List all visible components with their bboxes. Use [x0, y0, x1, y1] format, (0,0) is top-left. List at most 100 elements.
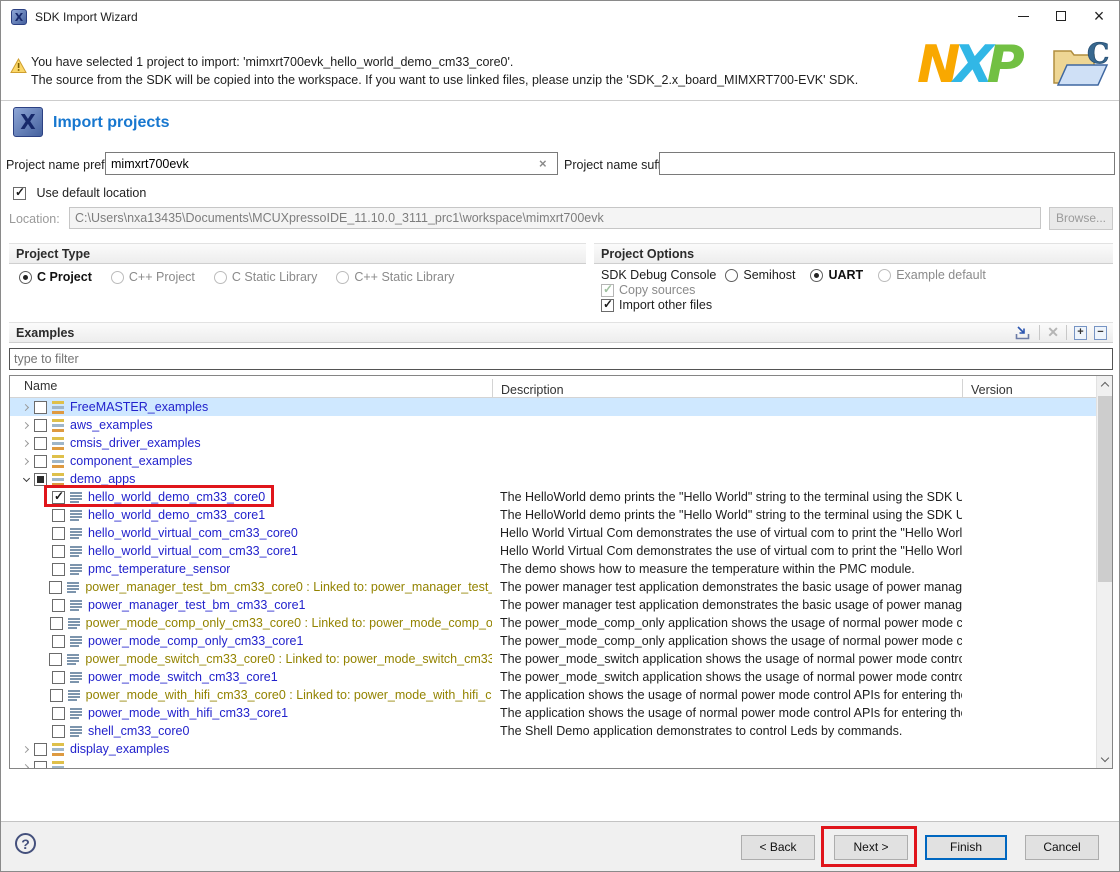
- expand-chevron-icon[interactable]: [22, 474, 29, 481]
- row-checkbox[interactable]: [49, 653, 62, 666]
- example-description: The application shows the usage of norma…: [492, 688, 962, 702]
- tree-row[interactable]: power_mode_comp_only_cm33_core0 : Linked…: [10, 614, 1096, 632]
- tree-row[interactable]: hello_world_demo_cm33_core1 The HelloWor…: [10, 506, 1096, 524]
- example-name: hello_world_virtual_com_cm33_core1: [88, 544, 298, 558]
- tree-row[interactable]: display_examples: [10, 740, 1096, 758]
- expand-chevron-icon[interactable]: [21, 403, 28, 410]
- browse-button[interactable]: Browse...: [1049, 207, 1113, 230]
- expand-chevron-icon[interactable]: [21, 457, 28, 464]
- row-checkbox[interactable]: [52, 707, 65, 720]
- clear-filter-icon[interactable]: ✕: [1047, 324, 1059, 341]
- tree-row[interactable]: power_mode_comp_only_cm33_core1 The powe…: [10, 632, 1096, 650]
- c-project-radio[interactable]: [19, 271, 32, 284]
- tree-row[interactable]: [10, 758, 1096, 768]
- row-checkbox[interactable]: [34, 473, 47, 486]
- project-name-suffix-input[interactable]: [659, 152, 1115, 175]
- row-checkbox[interactable]: [49, 581, 62, 594]
- location-label: Location:: [9, 212, 60, 226]
- maximize-icon: [1056, 11, 1066, 21]
- nxp-logo: NXP: [917, 41, 1018, 89]
- expand-chevron-icon[interactable]: [21, 763, 28, 768]
- tree-row[interactable]: hello_world_demo_cm33_core0 The HelloWor…: [10, 488, 1096, 506]
- tree-row[interactable]: power_manager_test_bm_cm33_core0 : Linke…: [10, 578, 1096, 596]
- example-default-radio[interactable]: [878, 269, 891, 282]
- close-button[interactable]: ×: [1079, 1, 1119, 31]
- tree-row[interactable]: power_mode_with_hifi_cm33_core0 : Linked…: [10, 686, 1096, 704]
- example-description: The HelloWorld demo prints the "Hello Wo…: [492, 508, 962, 522]
- copy-sources-checkbox[interactable]: [601, 284, 614, 297]
- tree-row[interactable]: shell_cm33_core0 The Shell Demo applicat…: [10, 722, 1096, 740]
- name-cell: display_examples: [10, 740, 492, 758]
- import-example-icon[interactable]: [1014, 325, 1032, 341]
- uart-radio[interactable]: [810, 269, 823, 282]
- c-static-library-radio[interactable]: [214, 271, 227, 284]
- example-name: demo_apps: [70, 472, 135, 486]
- row-checkbox[interactable]: [34, 401, 47, 414]
- project-name-prefix-input[interactable]: [105, 152, 558, 175]
- semihost-radio[interactable]: [725, 269, 738, 282]
- wizard-message: You have selected 1 project to import: '…: [31, 53, 858, 89]
- example-name: power_mode_comp_only_cm33_core0 : Linked…: [86, 616, 492, 630]
- scrollbar-thumb[interactable]: [1098, 396, 1112, 582]
- row-checkbox[interactable]: [34, 455, 47, 468]
- tree-row[interactable]: power_mode_with_hifi_cm33_core1 The appl…: [10, 704, 1096, 722]
- tree-row[interactable]: FreeMASTER_examples: [10, 398, 1096, 416]
- use-default-location-checkbox[interactable]: [13, 187, 26, 200]
- example-description: The power manager test application demon…: [492, 598, 962, 612]
- cpp-project-radio[interactable]: [111, 271, 124, 284]
- expand-all-icon[interactable]: +: [1074, 326, 1087, 340]
- tree-row[interactable]: hello_world_virtual_com_cm33_core0 Hello…: [10, 524, 1096, 542]
- cancel-button[interactable]: Cancel: [1025, 835, 1099, 860]
- tree-row[interactable]: aws_examples: [10, 416, 1096, 434]
- scroll-down-icon[interactable]: [1097, 751, 1113, 768]
- cpp-static-library-radio[interactable]: [336, 271, 349, 284]
- import-other-files-label: Import other files: [619, 298, 712, 312]
- example-type-icon: [70, 545, 82, 558]
- tree-row[interactable]: power_mode_switch_cm33_core1 The power_m…: [10, 668, 1096, 686]
- minimize-button[interactable]: [1003, 1, 1043, 31]
- name-cell: pmc_temperature_sensor: [10, 560, 492, 578]
- tree-row[interactable]: cmsis_driver_examples: [10, 434, 1096, 452]
- help-button[interactable]: ?: [15, 833, 36, 854]
- examples-filter-input[interactable]: [9, 348, 1113, 370]
- row-checkbox[interactable]: [34, 743, 47, 756]
- row-checkbox[interactable]: [52, 725, 65, 738]
- example-name: cmsis_driver_examples: [70, 436, 201, 450]
- header-separator: [1, 100, 1119, 101]
- row-checkbox[interactable]: [52, 599, 65, 612]
- example-type-icon: [68, 617, 80, 630]
- row-checkbox[interactable]: [50, 689, 63, 702]
- row-checkbox[interactable]: [52, 509, 65, 522]
- row-checkbox[interactable]: [52, 545, 65, 558]
- tree-row[interactable]: power_mode_switch_cm33_core0 : Linked to…: [10, 650, 1096, 668]
- next-annotation-red-box: [821, 826, 917, 867]
- row-checkbox[interactable]: [52, 563, 65, 576]
- row-checkbox[interactable]: [34, 437, 47, 450]
- column-header-name[interactable]: Name: [24, 379, 57, 393]
- expand-chevron-icon[interactable]: [21, 439, 28, 446]
- tree-row[interactable]: pmc_temperature_sensor The demo shows ho…: [10, 560, 1096, 578]
- row-checkbox[interactable]: [52, 635, 65, 648]
- name-cell: power_mode_with_hifi_cm33_core1: [10, 704, 492, 722]
- collapse-all-icon[interactable]: −: [1094, 326, 1107, 340]
- row-checkbox[interactable]: [52, 671, 65, 684]
- finish-button[interactable]: Finish: [925, 835, 1007, 860]
- expand-chevron-icon[interactable]: [21, 421, 28, 428]
- row-checkbox[interactable]: [52, 527, 65, 540]
- clear-prefix-icon[interactable]: ×: [539, 156, 547, 171]
- row-checkbox[interactable]: [34, 761, 47, 769]
- tree-row[interactable]: power_manager_test_bm_cm33_core1 The pow…: [10, 596, 1096, 614]
- tree-row[interactable]: component_examples: [10, 452, 1096, 470]
- back-button[interactable]: < Back: [741, 835, 815, 860]
- example-type-icon: [52, 419, 64, 432]
- scroll-up-icon[interactable]: [1097, 376, 1113, 393]
- row-checkbox[interactable]: [50, 617, 63, 630]
- maximize-button[interactable]: [1041, 1, 1081, 31]
- chevron-box: [18, 747, 34, 752]
- example-default-label: Example default: [896, 268, 986, 282]
- row-checkbox[interactable]: [34, 419, 47, 432]
- import-other-files-checkbox[interactable]: [601, 299, 614, 312]
- vertical-scrollbar[interactable]: [1096, 376, 1112, 768]
- expand-chevron-icon[interactable]: [21, 745, 28, 752]
- tree-row[interactable]: hello_world_virtual_com_cm33_core1 Hello…: [10, 542, 1096, 560]
